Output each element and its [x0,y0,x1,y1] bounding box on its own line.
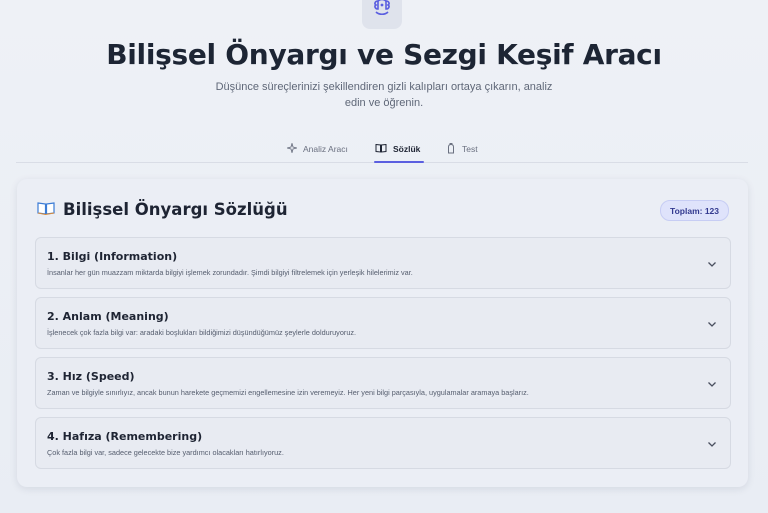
item-title: 3. Hız (Speed) [47,370,135,383]
dictionary-item[interactable]: 4. Hafıza (Remembering) Çok fazla bilgi … [35,417,731,469]
item-description: Zaman ve bilgiyle sınırlıyız, ancak bunu… [47,388,529,397]
chevron-down-icon[interactable] [706,437,718,449]
dictionary-item[interactable]: 3. Hız (Speed) Zaman ve bilgiyle sınırlı… [35,357,731,409]
page-subtitle: Düşünce süreçlerinizi şekillendiren gizl… [215,81,553,109]
chevron-down-icon[interactable] [706,377,718,389]
book-emoji-icon [37,200,55,219]
app-logo [362,0,402,29]
dictionary-item[interactable]: 1. Bilgi (Information) İnsanlar her gün … [35,237,731,289]
active-tab-indicator [374,161,424,163]
tab-bar: Analiz Aracı Sözlük Test [16,132,748,163]
tab-label: Test [462,144,478,154]
brain-icon [370,0,394,24]
chevron-down-icon[interactable] [706,317,718,329]
item-title: 4. Hafıza (Remembering) [47,430,203,443]
book-icon [375,143,387,155]
tab-test[interactable]: Test [446,136,478,162]
item-description: İnsanlar her gün muazzam miktarda bilgiy… [47,268,413,277]
tab-analysis-tool[interactable]: Analiz Aracı [285,136,348,162]
dictionary-title-text: Bilişsel Önyargı Sözlüğü [63,200,288,219]
hand-icon [446,142,456,156]
dictionary-title: Bilişsel Önyargı Sözlüğü [37,200,288,219]
tab-dictionary[interactable]: Sözlük [375,136,420,162]
chevron-down-icon[interactable] [706,257,718,269]
item-title: 1. Bilgi (Information) [47,250,178,263]
tab-label: Sözlük [393,144,421,154]
item-description: İşlenecek çok fazla bilgi var: aradaki b… [47,328,357,337]
page-title: Bilişsel Önyargı ve Sezgi Keşif Aracı [106,38,662,71]
item-description: Çok fazla bilgi var, sadece gelecekte bi… [47,448,284,457]
total-count-badge: Toplam: 123 [660,200,729,221]
tab-label: Analiz Aracı [303,144,348,154]
dictionary-card: Bilişsel Önyargı Sözlüğü Toplam: 123 1. … [17,179,748,487]
item-title: 2. Anlam (Meaning) [47,310,169,323]
sparkle-icon [285,141,299,155]
dictionary-item[interactable]: 2. Anlam (Meaning) İşlenecek çok fazla b… [35,297,731,349]
